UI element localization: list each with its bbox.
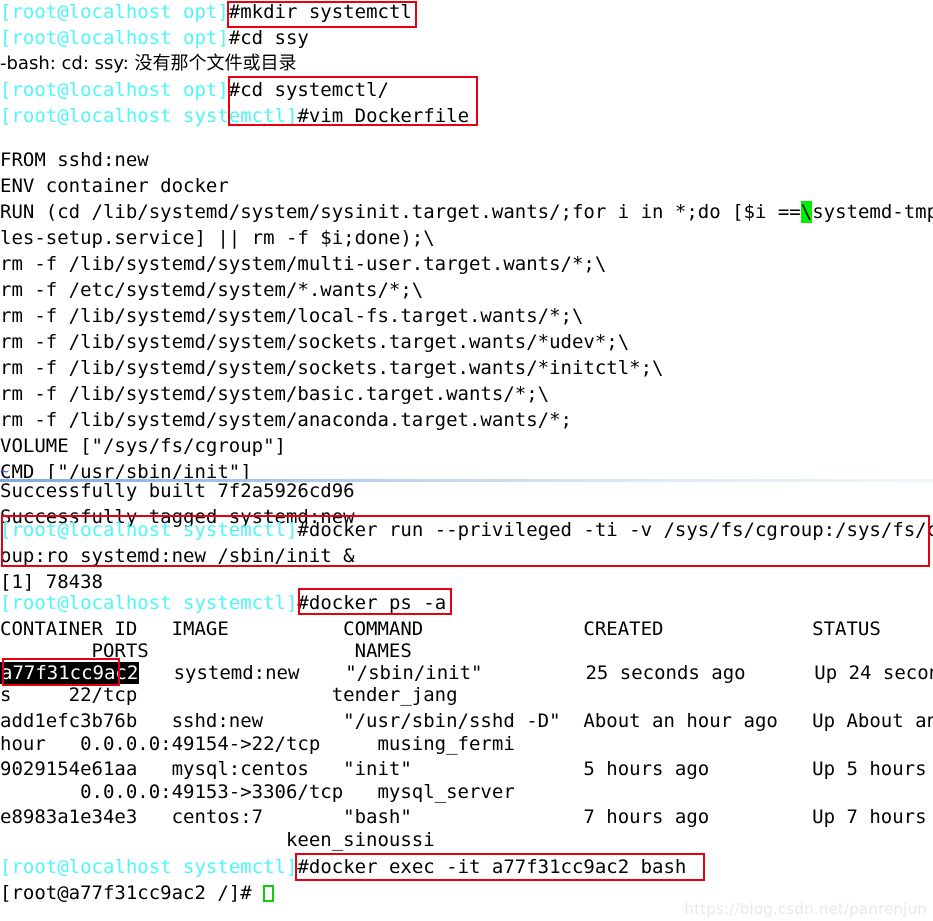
prompt-hash: # <box>228 27 241 49</box>
command-text: docker ps -a <box>308 592 447 614</box>
dockerfile-line-rm-etc-wants: rm -f /etc/systemd/system/*.wants/*;\ <box>0 279 424 301</box>
build-output-built: Successfully built 7f2a5926cd96 <box>0 480 355 502</box>
docker-ps-header-row-2: PORTS NAMES <box>0 640 412 662</box>
table-row-wrap: hour 0.0.0.0:49154->22/tcp musing_fermi <box>0 733 515 755</box>
docker-ps-header-row-1: CONTAINER ID IMAGE COMMAND CREATED STATU… <box>0 618 881 640</box>
dockerfile-line-rm-udev: rm -f /lib/systemd/system/sockets.target… <box>0 331 630 353</box>
command-text: cd systemctl/ <box>240 79 389 101</box>
container-shell-prompt: [root@a77f31cc9ac2 /]# <box>0 882 252 904</box>
dockerfile-line-rm-localfs: rm -f /lib/systemd/system/local-fs.targe… <box>0 305 584 327</box>
table-row: 9029154e61aa mysql:centos "init" 5 hours… <box>0 758 927 780</box>
prompt-hash: # <box>297 105 309 127</box>
dockerfile-line-rm-basic: rm -f /lib/systemd/system/basic.target.w… <box>0 383 550 405</box>
row-command: "/sbin/init" <box>345 662 483 684</box>
shell-prompt: [root@localhost systemctl] <box>0 105 298 127</box>
shell-prompt: [root@localhost opt] <box>0 79 229 101</box>
terminal-line-vim-dockerfile: [root@localhost systemctl]#vim Dockerfil… <box>0 104 933 128</box>
dockerfile-line-rm-anaconda: rm -f /lib/systemd/system/anaconda.targe… <box>0 409 572 431</box>
command-text: mkdir systemctl <box>240 1 412 23</box>
command-text: docker run --privileged -ti -v /sys/fs/c… <box>308 519 933 541</box>
row-gap-1 <box>299 662 345 684</box>
dockerfile-line-env: ENV container docker <box>0 175 229 197</box>
terminal-line-docker-run-wrap: oup:ro systemd:new /sbin/init & <box>0 545 355 567</box>
table-row-wrap: keen_sinoussi <box>0 829 435 851</box>
terminal-line-cd-ssy: [root@localhost opt]#cd ssy <box>0 26 933 50</box>
terminal-line-cd-systemctl: [root@localhost opt]#cd systemctl/ <box>0 78 933 102</box>
row-status: Up 24 second <box>814 662 933 684</box>
prompt-hash: # <box>228 1 241 23</box>
command-text: cd ssy <box>240 27 309 49</box>
prompt-hash: # <box>297 519 309 541</box>
terminal-line-docker-ps: [root@localhost systemctl]#docker ps -a <box>0 591 933 615</box>
terminal-line-mkdir: [root@localhost opt]#mkdir systemctl <box>0 0 933 24</box>
row-created: 25 seconds ago <box>585 662 746 684</box>
container-id-selected: a77f31cc9ac2 <box>0 662 140 684</box>
dockerfile-line-from: FROM sshd:new <box>0 149 149 171</box>
table-row: a77f31cc9ac2 systemd:new "/sbin/init" 25… <box>0 661 933 685</box>
prompt-hash: # <box>228 79 241 101</box>
command-text: vim Dockerfile <box>308 105 470 127</box>
command-text: docker exec -it a77f31cc9ac2 bash <box>308 856 687 878</box>
shell-prompt: [root@localhost opt] <box>0 1 229 23</box>
dockerfile-line-volume: VOLUME ["/sys/fs/cgroup"] <box>0 435 286 457</box>
terminal-line-docker-run: [root@localhost systemctl]#docker run --… <box>0 518 933 542</box>
row-gap-3 <box>746 662 815 684</box>
dockerfile-line-rm-initctl: rm -f /lib/systemd/system/sockets.target… <box>0 357 664 379</box>
prompt-hash: # <box>297 856 309 878</box>
terminal-line-docker-exec: [root@localhost systemctl]#docker exec -… <box>0 855 933 879</box>
row-gap-2 <box>483 662 586 684</box>
terminal-window[interactable]: [root@localhost opt]#mkdir systemctl [ro… <box>0 0 933 921</box>
watermark-text: https://blog.csdn.net/panrenjun <box>684 900 927 918</box>
table-row: add1efc3b76b sshd:new "/usr/sbin/sshd -D… <box>0 710 933 732</box>
shell-prompt: [root@localhost systemctl] <box>0 592 298 614</box>
shell-prompt: [root@localhost systemctl] <box>0 519 298 541</box>
dockerfile-line-run: RUN (cd /lib/systemd/system/sysinit.targ… <box>0 200 933 224</box>
table-row-wrap: 0.0.0.0:49153->3306/tcp mysql_server <box>0 781 515 803</box>
run-line-head: RUN (cd /lib/systemd/system/sysinit.targ… <box>0 201 801 223</box>
shell-prompt: [root@localhost systemctl] <box>0 856 298 878</box>
shell-prompt: [root@localhost opt] <box>0 27 229 49</box>
terminal-line-bash-error: -bash: cd: ssy: 没有那个文件或目录 <box>0 53 297 74</box>
highlighted-backslash: \ <box>800 201 813 223</box>
table-row-rest <box>139 662 173 684</box>
dockerfile-line-setup-service: les-setup.service] || rm -f $i;done);\ <box>0 227 435 249</box>
text-cursor <box>263 885 275 902</box>
table-row: e8983a1e34e3 centos:7 "bash" 7 hours ago… <box>0 806 927 828</box>
dockerfile-line-rm-multiuser: rm -f /lib/systemd/system/multi-user.tar… <box>0 253 607 275</box>
table-row-wrap: s 22/tcp tender_jang <box>0 684 458 706</box>
run-line-tail: systemd-tmpfi <box>812 201 933 223</box>
prompt-hash: # <box>297 592 309 614</box>
row-image: systemd:new <box>173 662 300 684</box>
